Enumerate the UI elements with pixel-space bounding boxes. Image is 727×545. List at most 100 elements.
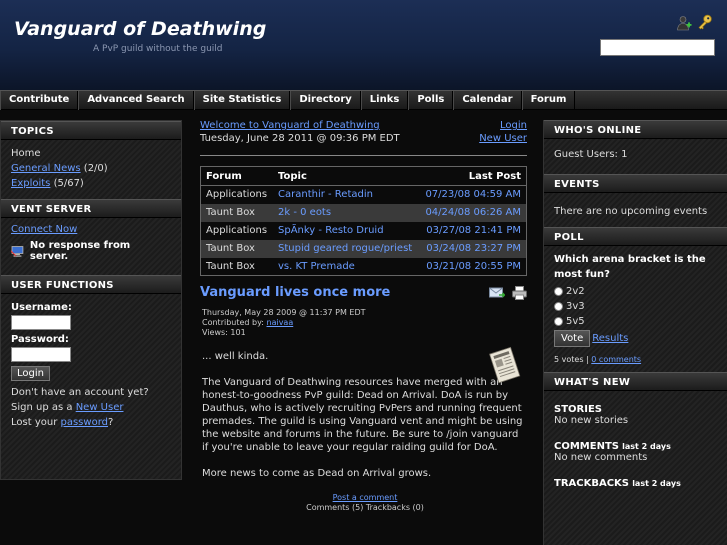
results-link[interactable]: Results — [592, 333, 628, 344]
table-row: Applications Caranthir - Retadin 07/23/0… — [201, 186, 527, 204]
topic-general-news-count: (2/0) — [83, 163, 108, 174]
username-field[interactable] — [11, 315, 71, 330]
email-story-icon[interactable] — [489, 286, 505, 300]
table-row: Taunt Box 2k - 0 eots 04/24/08 06:26 AM — [200, 203, 527, 222]
password-field[interactable] — [11, 347, 71, 362]
poll-block: Which arena bracket is the most fun? 2v2… — [544, 246, 727, 372]
radio-5v5[interactable] — [554, 317, 563, 326]
password-label: Password: — [11, 334, 69, 345]
col-topic: Topic — [273, 166, 420, 186]
table-row: Taunt Box vs. KT Premade 03/21/08 20:55 … — [201, 258, 527, 276]
story-meta: Thursday, May 28 2009 @ 11:37 PM EDT Con… — [202, 308, 535, 338]
page: Vanguard of Deathwing A PvP guild withou… — [0, 0, 727, 545]
contributed-label: Contributed by: — [202, 318, 264, 327]
main-content: Welcome to Vanguard of Deathwing Login T… — [195, 115, 535, 545]
post-comment-link[interactable]: Post a comment — [333, 493, 398, 502]
topic-link[interactable]: SpÃnky - Resto Druid — [273, 222, 419, 240]
story-paragraph: More news to come as Dead on Arrival gro… — [202, 468, 432, 479]
story-body: ... well kinda. The Vanguard of Deathwin… — [202, 346, 527, 480]
col-forum: Forum — [200, 166, 273, 186]
key-icon[interactable] — [697, 14, 713, 30]
current-date: Tuesday, June 28 2011 @ 09:36 PM EDT — [200, 133, 400, 144]
new-user-top-link[interactable]: New User — [479, 133, 527, 144]
last-post-link[interactable]: 03/24/08 23:27 PM — [419, 239, 527, 258]
topics-list: Home General News (2/0) Exploits (5/67) — [1, 140, 181, 199]
poll-option[interactable]: 5v5 — [554, 316, 717, 327]
nav-polls[interactable]: Polls — [408, 91, 454, 110]
poll-option[interactable]: 2v2 — [554, 286, 717, 297]
story-date: Thursday, May 28 2009 @ 11:37 PM EDT — [202, 308, 366, 317]
whats-new-heading: WHAT'S NEW — [544, 372, 727, 391]
left-sidebar: TOPICS Home General News (2/0) Exploits … — [0, 120, 182, 480]
vent-connect-link[interactable]: Connect Now — [11, 224, 77, 235]
topic-link[interactable]: vs. KT Premade — [273, 258, 419, 276]
nav-contribute[interactable]: Contribute — [0, 91, 79, 110]
site-title[interactable]: Vanguard of Deathwing — [14, 18, 266, 40]
nav-directory[interactable]: Directory — [290, 91, 361, 110]
story-paragraph: ... well kinda. — [202, 351, 269, 362]
topic-general-news-link[interactable]: General News — [11, 163, 81, 174]
topic-home[interactable]: Home — [11, 146, 171, 161]
welcome-row: Welcome to Vanguard of Deathwing Login — [200, 120, 527, 131]
nav-links[interactable]: Links — [360, 91, 409, 110]
login-button[interactable]: Login — [11, 366, 50, 381]
forum-cell: Taunt Box — [206, 260, 255, 272]
topic-link[interactable]: 2k - 0 eots — [273, 203, 420, 222]
last-post-link[interactable]: 04/24/08 06:26 AM — [419, 203, 527, 222]
login-link[interactable]: Login — [500, 120, 527, 131]
author-link[interactable]: naivaa — [267, 318, 294, 327]
topic-link[interactable]: Stupid geared rogue/priest — [273, 239, 420, 258]
topic-link[interactable]: Caranthir - Retadin — [273, 186, 419, 204]
poll-comments-link[interactable]: 0 comments — [591, 355, 641, 364]
vote-button[interactable]: Vote — [554, 330, 591, 347]
poll-heading: POLL — [544, 227, 727, 246]
poll-option-label: 5v5 — [566, 316, 585, 327]
site-slogan: A PvP guild without the guild — [93, 44, 223, 54]
radio-3v3[interactable] — [554, 302, 563, 311]
nav-forum[interactable]: Forum — [521, 91, 576, 110]
last-post-link[interactable]: 03/27/08 21:41 PM — [419, 222, 526, 240]
events-heading: EVENTS — [544, 174, 727, 193]
vent-status-text: No response from server. — [29, 240, 131, 262]
story-tools — [489, 285, 527, 300]
lost-suffix: ? — [107, 417, 114, 428]
vent-block: Connect Now No response from server. — [1, 218, 181, 270]
nav-calendar[interactable]: Calendar — [453, 91, 522, 110]
site-header: Vanguard of Deathwing A PvP guild withou… — [0, 0, 727, 90]
welcome-link[interactable]: Welcome to Vanguard of Deathwing — [200, 120, 380, 131]
trackbacks-label: TRACKBACKS — [554, 478, 629, 489]
vent-status: No response from server. — [11, 240, 171, 262]
last-post-link[interactable]: 03/21/08 20:55 PM — [419, 258, 526, 276]
story-contributor: Contributed by: naivaa — [202, 318, 535, 328]
poll-votes: 5 votes | — [554, 355, 589, 364]
poll-option-label: 2v2 — [566, 286, 585, 297]
topic-exploits-link[interactable]: Exploits — [11, 178, 50, 189]
stories-text: No new stories — [554, 415, 629, 426]
nav-site-statistics[interactable]: Site Statistics — [193, 91, 291, 110]
search-input[interactable] — [600, 39, 715, 56]
password-link[interactable]: password — [61, 417, 108, 428]
add-user-icon[interactable] — [676, 15, 692, 31]
forum-cell: Taunt Box — [200, 239, 273, 258]
last-post-link[interactable]: 07/23/08 04:59 AM — [419, 186, 526, 204]
vent-heading: VENT SERVER — [1, 199, 181, 218]
trackbacks-heading: TRACKBACKS last 2 days — [554, 478, 717, 489]
newspaper-icon — [489, 346, 521, 384]
radio-2v2[interactable] — [554, 287, 563, 296]
new-user-link[interactable]: New User — [76, 402, 124, 413]
table-row: Taunt Box Stupid geared rogue/priest 03/… — [200, 239, 527, 258]
date-row: Tuesday, June 28 2011 @ 09:36 PM EDT New… — [200, 133, 527, 144]
table-row: Applications SpÃnky - Resto Druid 03/27/… — [201, 222, 527, 240]
story-title[interactable]: Vanguard lives once more — [200, 285, 390, 300]
divider — [200, 155, 527, 156]
nav-advanced-search[interactable]: Advanced Search — [78, 91, 194, 110]
topic-exploits: Exploits (5/67) — [11, 176, 171, 191]
forum-table: Forum Topic Last Post Applications Caran… — [200, 166, 527, 276]
print-icon[interactable] — [512, 285, 527, 300]
comments-label: COMMENTS — [554, 441, 619, 452]
events-block: There are no upcoming events — [544, 193, 727, 227]
comments-count[interactable]: Comments (5) Trackbacks (0) — [195, 503, 535, 513]
poll-option[interactable]: 3v3 — [554, 301, 717, 312]
user-functions-heading: USER FUNCTIONS — [1, 275, 181, 294]
poll-actions: Vote Results — [554, 330, 717, 347]
